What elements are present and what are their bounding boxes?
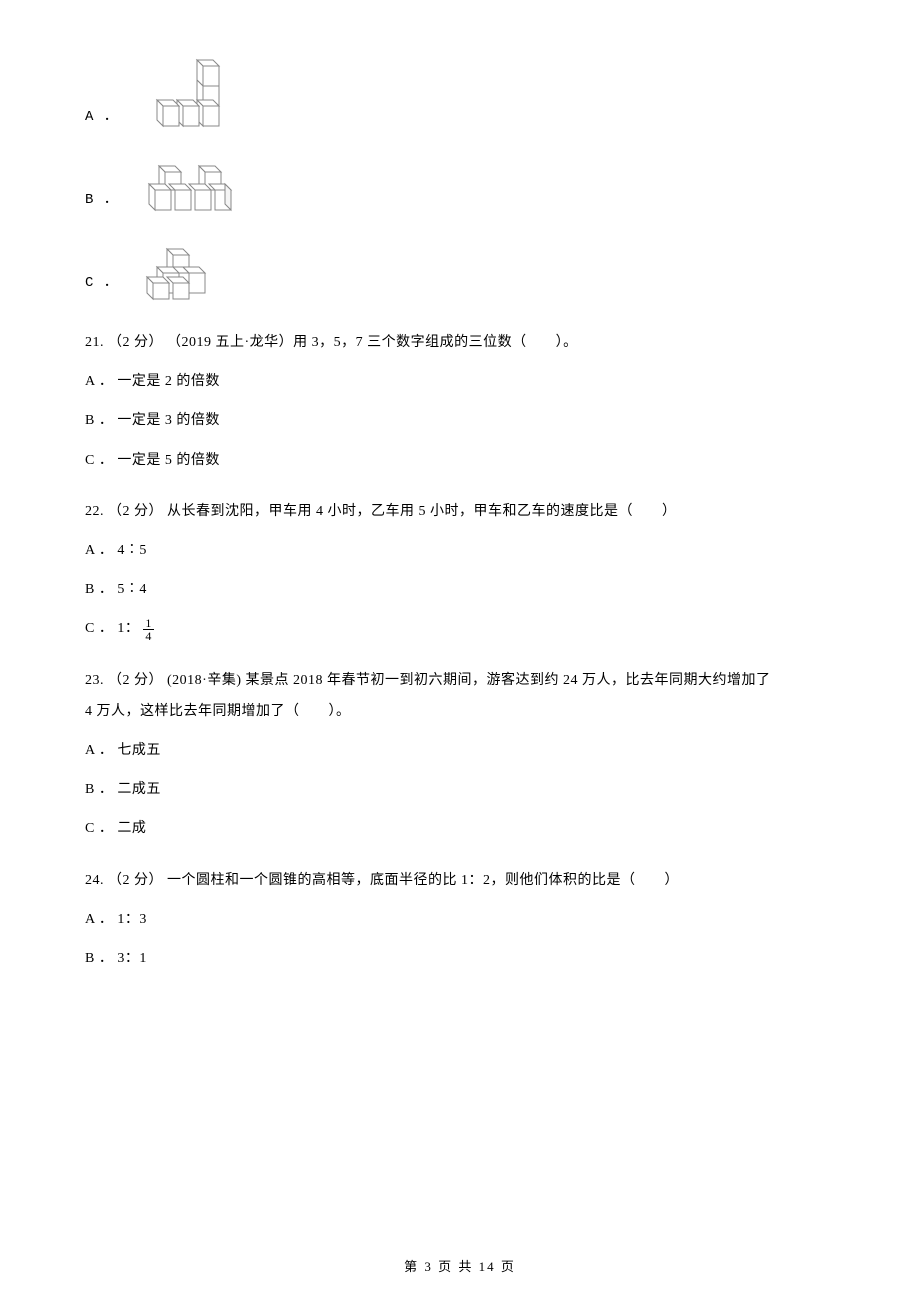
q22-stem: 22. （2 分） 从长春到沈阳，甲车用 4 小时，乙车用 5 小时，甲车和乙车… <box>85 499 875 524</box>
q24-stem: 24. （2 分） 一个圆柱和一个圆锥的高相等，底面半径的比 1：2，则他们体积… <box>85 868 875 893</box>
cube-figure-b <box>135 164 245 219</box>
q22-option-c[interactable]: C ． 1： 1 4 <box>85 616 875 641</box>
cube-figure-c <box>135 247 215 302</box>
page-footer: 第 3 页 共 14 页 <box>0 1255 920 1278</box>
cube-figure-a <box>135 58 230 136</box>
q20-option-b[interactable]: B ． <box>85 164 875 219</box>
q24-option-a[interactable]: A ． 1：3 <box>85 907 875 932</box>
q22-option-b[interactable]: B ． 5∶4 <box>85 577 875 602</box>
option-a-label: A ． <box>85 105 119 136</box>
q21-stem: 21. （2 分） （2019 五上·龙华）用 3，5，7 三个数字组成的三位数… <box>85 330 875 355</box>
q21-option-c[interactable]: C ． 一定是 5 的倍数 <box>85 448 875 473</box>
q22-option-a[interactable]: A ． 4∶5 <box>85 538 875 563</box>
q21-option-a[interactable]: A ． 一定是 2 的倍数 <box>85 369 875 394</box>
q23-stem-line1: 23. （2 分） (2018·辛集) 某景点 2018 年春节初一到初六期间，… <box>85 673 770 688</box>
option-b-label: B ． <box>85 188 119 219</box>
q22-option-c-prefix: C ． 1： <box>85 621 139 636</box>
option-c-label: C ． <box>85 271 119 302</box>
q21-option-b[interactable]: B ． 一定是 3 的倍数 <box>85 408 875 433</box>
q23-stem-line2: 4 万人，这样比去年同期增加了（ ）。 <box>85 699 830 724</box>
q20-option-c[interactable]: C ． <box>85 247 875 302</box>
q23-option-c[interactable]: C ． 二成 <box>85 816 875 841</box>
q23-stem: 23. （2 分） (2018·辛集) 某景点 2018 年春节初一到初六期间，… <box>85 668 830 724</box>
q24-option-b[interactable]: B ． 3：1 <box>85 946 875 971</box>
fraction-one-quarter: 1 4 <box>143 617 154 642</box>
q20-option-a[interactable]: A ． <box>85 58 875 136</box>
q23-option-b[interactable]: B ． 二成五 <box>85 777 875 802</box>
q23-option-a[interactable]: A ． 七成五 <box>85 738 875 763</box>
